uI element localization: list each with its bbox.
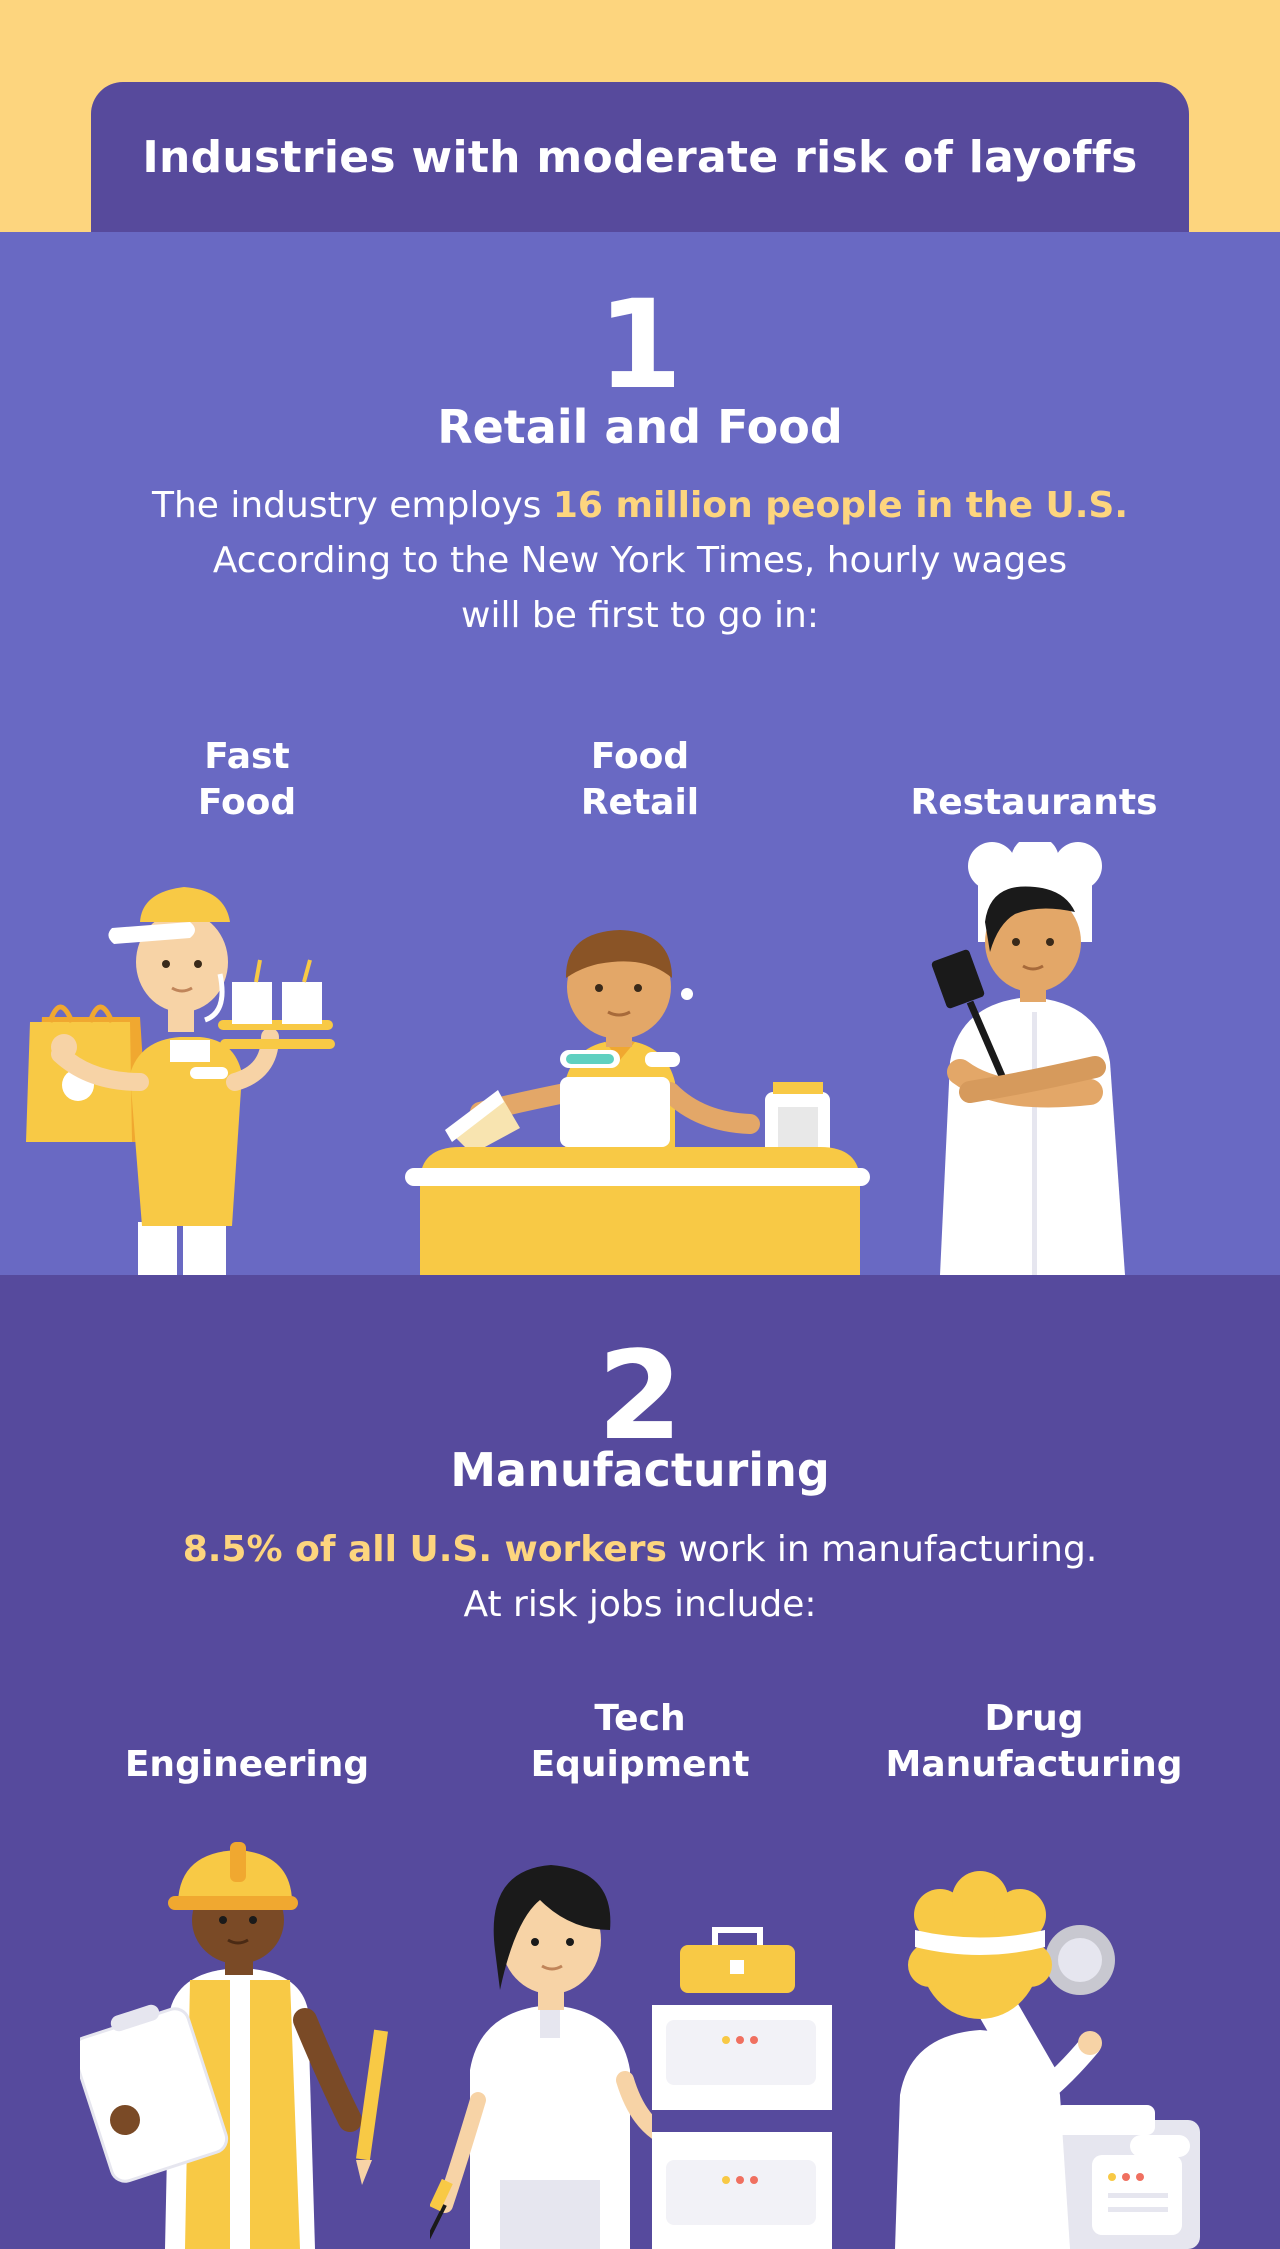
section-number: 1 [597, 274, 683, 416]
label-line: Manufacturing [885, 1744, 1183, 1785]
description-text-2: At risk jobs include: [463, 1584, 817, 1625]
category-label-food-retail: Food Retail [460, 734, 820, 826]
engineer-illustration [80, 1842, 388, 2249]
drug-manufacturing-worker-illustration [895, 1871, 1200, 2249]
label-line: Food [197, 782, 297, 823]
label-line: Fast [204, 736, 290, 777]
section-description: 8.5% of all U.S. workers work in manufac… [140, 1522, 1140, 1632]
section-heading: Manufacturing [450, 1443, 830, 1497]
description-text-2: According to the New York Times, hourly … [212, 540, 1068, 636]
description-highlight: 8.5% of all U.S. workers [182, 1529, 667, 1570]
description-text: The industry employs [151, 485, 553, 526]
category-label-restaurants: Restaurants [854, 734, 1214, 826]
description-highlight: 16 million people in the U.S. [552, 485, 1129, 526]
label-line [67, 1696, 427, 1742]
section-manufacturing: 2 Manufacturing 8.5% of all U.S. workers… [0, 1275, 1280, 2249]
food-retail-cashier-illustration [405, 930, 870, 1275]
category-label-engineering: Engineering [67, 1696, 427, 1788]
label-line: Drug [984, 1698, 1084, 1739]
restaurant-chef-illustration [931, 842, 1125, 1275]
label-line: Engineering [124, 1744, 370, 1785]
page-title: Industries with moderate risk of layoffs [142, 131, 1138, 183]
label-line: Food [590, 736, 690, 777]
label-line: Retail [580, 782, 700, 823]
category-label-tech-equipment: Tech Equipment [460, 1696, 820, 1788]
section-heading: Retail and Food [437, 400, 843, 454]
section-retail-food: 1 Retail and Food The industry employs 1… [0, 232, 1280, 1275]
tech-equipment-worker-illustration [430, 1865, 832, 2249]
section-description: The industry employs 16 million people i… [140, 478, 1140, 643]
category-label-fast-food: Fast Food [67, 734, 427, 826]
label-line: Equipment [530, 1744, 750, 1785]
fast-food-worker-illustration [26, 887, 335, 1275]
description-text: work in manufacturing. [666, 1529, 1098, 1570]
category-label-drug-manufacturing: Drug Manufacturing [854, 1696, 1214, 1788]
label-line: Restaurants [910, 782, 1158, 823]
label-line: Tech [594, 1698, 686, 1739]
section-number: 2 [597, 1325, 683, 1467]
title-tab: Industries with moderate risk of layoffs [91, 82, 1189, 232]
label-line [854, 734, 1214, 780]
